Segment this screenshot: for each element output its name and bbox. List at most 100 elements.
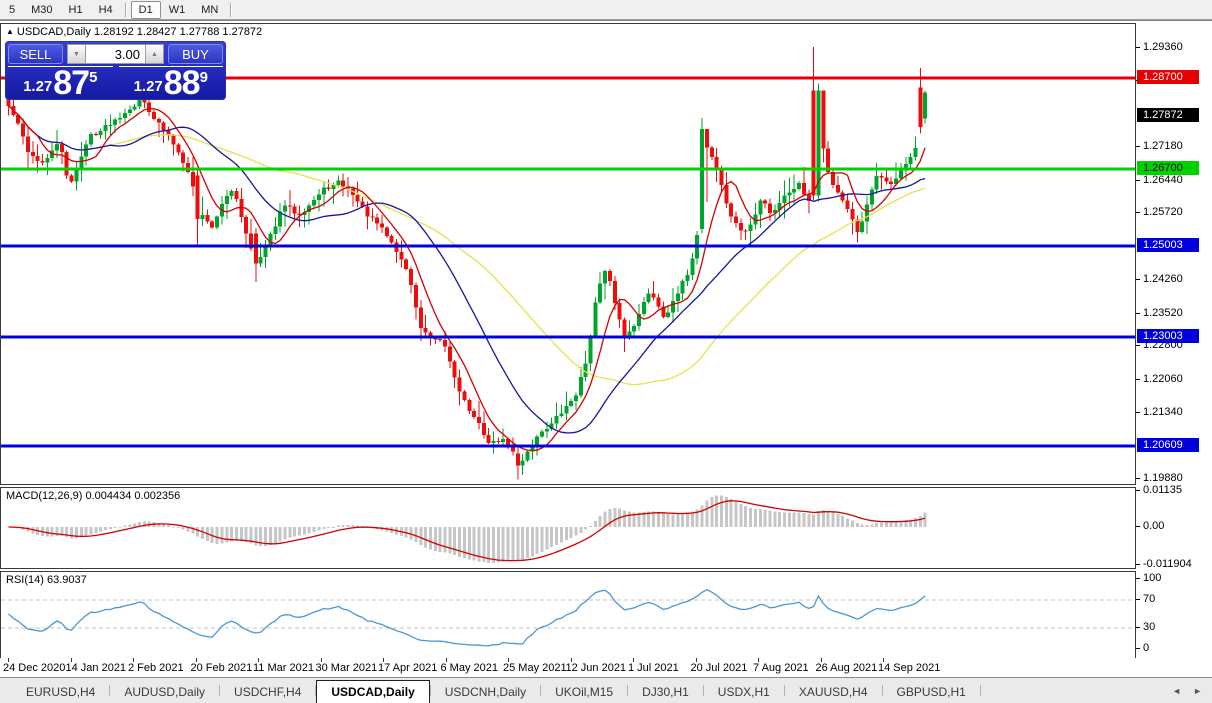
- rsi-axis-tick-label: 0: [1143, 642, 1150, 654]
- ma-line-7: [8, 105, 926, 452]
- toolbar-separator: [124, 2, 127, 17]
- date-label: 26 Aug 2021: [815, 662, 878, 674]
- price-level-tag: 1.25003: [1137, 238, 1199, 253]
- date-label: 12 Jun 2021: [565, 662, 627, 674]
- one-click-trade-panel: SELL ▼ 3.00 ▲ BUY 1.27 87 5 1.27 88 9: [5, 41, 226, 100]
- timeframe-button-H4[interactable]: H4: [91, 1, 121, 19]
- buy-button[interactable]: BUY: [168, 44, 223, 64]
- axis-tick-mark: [1136, 312, 1140, 314]
- price-level-tag: 1.26700: [1137, 160, 1199, 175]
- mt4-window: 5 M30 H1 H4 D1 W1 MN ▲ USDCAD,Daily 1.28192 1.2…: [0, 0, 1212, 703]
- toolbar-separator: [230, 2, 233, 17]
- price-axis-tick-label: 1.22060: [1143, 372, 1183, 385]
- timeframe-button-MN[interactable]: MN: [193, 1, 226, 19]
- macd-axis-tick-label: 0.00: [1143, 520, 1165, 532]
- axis-tick-mark: [1136, 563, 1140, 565]
- tab-audusd-daily[interactable]: AUDUSD,Daily: [110, 680, 219, 703]
- chart-window: ▲ USDCAD,Daily 1.28192 1.28427 1.27788 1.…: [0, 20, 1212, 678]
- rsi-axis-tick-label: 70: [1143, 593, 1156, 605]
- axis-tick-mark: [1136, 648, 1140, 649]
- tab-ukoil-m15[interactable]: UKOil,M15: [541, 680, 627, 703]
- price-axis-tick-label: 1.27180: [1143, 140, 1183, 153]
- date-label: 7 Aug 2021: [753, 662, 809, 674]
- axis-tick-mark: [1136, 146, 1140, 148]
- buy-price-display: 1.27 88 9: [118, 64, 223, 102]
- ma-line-22: [8, 105, 926, 434]
- price-level-tag: 1.23003: [1137, 329, 1199, 343]
- date-label: 11 Mar 2021: [253, 662, 314, 674]
- price-level-tag: 1.28700: [1137, 70, 1199, 84]
- tab-usdx-h1[interactable]: USDX,H1: [704, 680, 784, 703]
- volume-increase-icon[interactable]: ▲: [145, 44, 164, 64]
- tab-scroll-right-icon[interactable]: ►: [1193, 686, 1202, 696]
- tab-dj30-h1[interactable]: DJ30,H1: [628, 680, 703, 703]
- date-label: 1 Jul 2021: [628, 662, 679, 674]
- date-label: 25 May 2021: [503, 662, 567, 674]
- rsi-line: [8, 588, 926, 647]
- sell-button[interactable]: SELL: [8, 44, 63, 64]
- rsi-canvas: [1, 588, 1135, 647]
- date-label: 20 Feb 2021: [190, 662, 253, 674]
- tab-usdchf-h4[interactable]: USDCHF,H4: [220, 680, 315, 703]
- timeframe-button-W1[interactable]: W1: [161, 1, 194, 19]
- chart-tabbar: EURUSD,H4 AUDUSD,Daily USDCHF,H4 USDCAD,Dai…: [0, 677, 1212, 703]
- axis-tick-mark: [1136, 490, 1140, 491]
- timeframe-button-H1[interactable]: H1: [61, 1, 91, 19]
- tab-xauusd-h4[interactable]: XAUUSD,H4: [785, 680, 882, 703]
- price-axis-tick-label: 1.19880: [1143, 471, 1183, 484]
- axis-tick-mark: [1136, 47, 1140, 48]
- date-label: 14 Sep 2021: [878, 662, 941, 674]
- date-label: 24 Dec 2020: [3, 662, 66, 674]
- tab-scroll-left-icon[interactable]: ◄: [1172, 686, 1181, 696]
- macd-axis-tick-label: -0.011904: [1143, 557, 1192, 570]
- volume-input[interactable]: 3.00: [86, 44, 145, 64]
- price-axis-tick-label: 1.23520: [1143, 306, 1183, 319]
- tab-eurusd-h4[interactable]: EURUSD,H4: [12, 680, 109, 703]
- axis-tick-mark: [1136, 345, 1140, 347]
- date-axis[interactable]: 24 Dec 2020 14 Jan 2021 2 Feb 2021 20 Feb 2…: [0, 658, 1136, 677]
- date-label: 20 Jul 2021: [690, 662, 748, 674]
- macd-pane[interactable]: MACD(12,26,9) 0.004434 0.002356: [0, 487, 1136, 569]
- axis-tick-mark: [1136, 378, 1140, 380]
- volume-decrease-icon[interactable]: ▼: [67, 44, 86, 64]
- price-axis-tick-label: 1.25720: [1143, 206, 1183, 219]
- timeframe-toolbar: 5 M30 H1 H4 D1 W1 MN: [0, 0, 1212, 20]
- axis-tick-mark: [1136, 599, 1140, 600]
- axis-tick-mark: [1136, 411, 1140, 413]
- axis-tick-mark: [1136, 179, 1140, 181]
- buy-price-big: 88: [163, 64, 201, 102]
- tab-gbpusd-h1[interactable]: GBPUSD,H1: [883, 680, 980, 703]
- axis-tick-mark: [1136, 477, 1140, 479]
- price-level-tag: 1.20609: [1137, 437, 1199, 452]
- tab-separator: [979, 685, 981, 696]
- macd-label: MACD(12,26,9) 0.004434 0.002356: [6, 490, 181, 502]
- price-pane[interactable]: ▲ USDCAD,Daily 1.28192 1.28427 1.27788 1.…: [0, 23, 1136, 485]
- tab-usdcad-daily[interactable]: USDCAD,Daily: [316, 680, 430, 703]
- buy-price-prefix: 1.27: [133, 78, 163, 95]
- price-axis-tick-label: 1.24260: [1143, 272, 1183, 285]
- sell-price-big: 87: [53, 64, 90, 102]
- price-axis[interactable]: 1.293601.286401.271801.264401.257201.242…: [1136, 22, 1212, 677]
- axis-tick-mark: [1136, 627, 1140, 628]
- chart-ohlc-values: 1.28192 1.28427 1.27788 1.27872: [93, 26, 263, 38]
- date-label: 30 Mar 2021: [315, 662, 378, 674]
- tab-scroll-arrows: ◄ ►: [1172, 678, 1212, 703]
- macd-histogram: [11, 495, 927, 563]
- timeframe-button-5[interactable]: 5: [1, 1, 23, 19]
- price-axis-tick-label: 1.29360: [1143, 41, 1183, 53]
- tab-usdcnh-daily[interactable]: USDCNH,Daily: [431, 680, 540, 703]
- rsi-label: RSI(14) 63.9037: [6, 574, 87, 586]
- date-label: 14 Jan 2021: [65, 662, 127, 674]
- date-label: 6 May 2021: [440, 662, 498, 674]
- rsi-axis-tick-label: 30: [1143, 621, 1156, 633]
- price-axis-tick-label: 1.26440: [1143, 173, 1183, 186]
- rsi-axis-tick-label: 100: [1143, 572, 1162, 584]
- collapse-panel-icon[interactable]: ▲: [6, 27, 14, 36]
- timeframe-button-D1[interactable]: D1: [130, 0, 161, 19]
- rsi-pane[interactable]: RSI(14) 63.9037: [0, 571, 1136, 659]
- sell-price-pipette: 5: [89, 69, 98, 86]
- timeframe-button-M30[interactable]: M30: [23, 1, 60, 19]
- date-label: 2 Feb 2021: [128, 662, 184, 674]
- price-axis-tick-label: 1.21340: [1143, 405, 1183, 418]
- sell-price-prefix: 1.27: [23, 78, 53, 95]
